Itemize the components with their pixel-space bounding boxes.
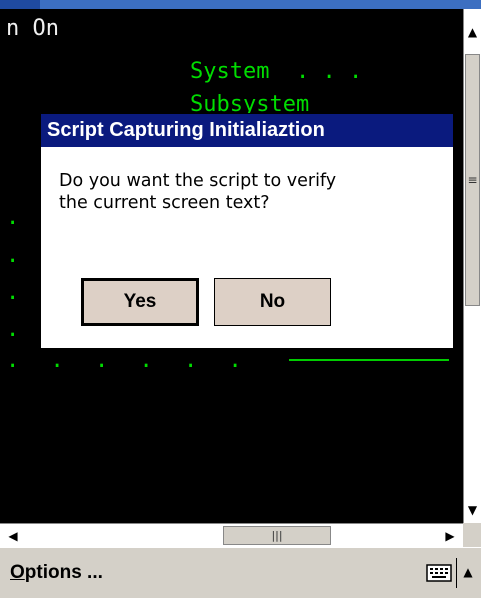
grip-lines-icon: ||| [271,529,283,542]
scroll-right-arrow-icon[interactable]: ▶ [439,527,461,544]
terminal-line: n On [6,16,59,41]
scrollbar-corner [463,523,481,547]
vertical-scroll-thumb[interactable]: ≡ [465,54,480,306]
arrow-up-icon[interactable]: ▲ [460,560,476,584]
sip-divider [456,558,457,588]
top-title-strip [0,0,481,9]
horizontal-scroll-thumb[interactable]: ||| [223,526,331,545]
top-title-strip-start [0,0,40,9]
scroll-left-arrow-icon[interactable]: ◀ [2,527,24,544]
dialog-title: Script Capturing Initialiaztion [41,114,453,147]
keyboard-icon[interactable] [426,563,452,583]
grip-lines-icon: ≡ [467,173,478,187]
terminal-line: . [6,243,20,268]
input-field-underline[interactable] [289,359,449,361]
terminal-line: . [6,317,20,342]
dialog-message: Do you want the script to verify the cur… [59,171,337,213]
options-menu-mnemonic: O [10,562,25,583]
no-button[interactable]: No [214,278,331,326]
scroll-up-arrow-icon[interactable]: ▲ [464,23,481,41]
bottom-menu-bar: Options ... ▲ [0,547,481,598]
options-menu-label: ptions ... [24,562,103,583]
options-menu[interactable]: Options ... [10,562,103,584]
screen: n On System . . . Subsystem . . . . . . … [0,0,481,598]
terminal-line: . . . . . . [6,348,251,373]
scroll-down-arrow-icon[interactable]: ▼ [464,501,481,519]
horizontal-scrollbar[interactable]: ◀ ||| ▶ [0,523,463,547]
vertical-scrollbar[interactable]: ▲ ≡ ▼ [463,9,481,523]
terminal-line: System . . . [190,59,363,84]
terminal-line: . [6,280,20,305]
yes-button[interactable]: Yes [81,278,199,326]
terminal-line: . [6,205,20,230]
script-capture-dialog: Script Capturing Initialiaztion Do you w… [40,113,454,349]
